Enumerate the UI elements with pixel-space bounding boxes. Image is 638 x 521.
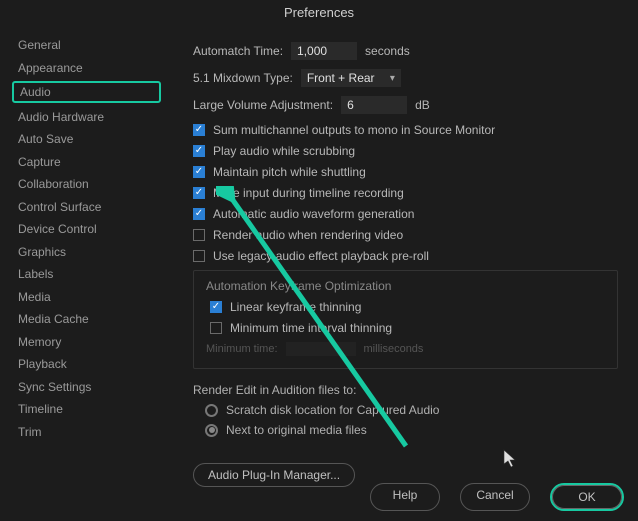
sidebar-item-memory[interactable]: Memory [12, 333, 161, 351]
automatch-input[interactable] [291, 42, 357, 60]
cancel-button[interactable]: Cancel [460, 483, 530, 511]
scratch-radio[interactable] [205, 404, 218, 417]
mixdown-value: Front + Rear [307, 71, 375, 85]
automation-group-title: Automation Keyframe Optimization [206, 279, 605, 293]
mixdown-select[interactable]: Front + Rear ▾ [301, 69, 401, 87]
sidebar-item-control-surface[interactable]: Control Surface [12, 198, 161, 216]
mixdown-label: 5.1 Mixdown Type: [193, 71, 293, 85]
linear-thinning-checkbox[interactable]: ✓ [210, 301, 222, 313]
auto-waveform-checkbox[interactable]: ✓ [193, 208, 205, 220]
maintain-pitch-checkbox[interactable]: ✓ [193, 166, 205, 178]
ok-button[interactable]: OK [552, 485, 622, 509]
next-to-label: Next to original media files [226, 423, 367, 437]
content-panel: Automatch Time: seconds 5.1 Mixdown Type… [175, 24, 638, 489]
sidebar-item-audio-hardware[interactable]: Audio Hardware [12, 108, 161, 126]
scratch-label: Scratch disk location for Captured Audio [226, 403, 439, 417]
lva-label: Large Volume Adjustment: [193, 98, 333, 112]
legacy-preroll-label: Use legacy audio effect playback pre-rol… [213, 249, 429, 263]
play-scrub-label: Play audio while scrubbing [213, 144, 355, 158]
lva-input[interactable] [341, 96, 407, 114]
min-time-input [286, 342, 356, 356]
help-button[interactable]: Help [370, 483, 440, 511]
mute-input-checkbox[interactable]: ✓ [193, 187, 205, 199]
maintain-pitch-label: Maintain pitch while shuttling [213, 165, 366, 179]
automatch-label: Automatch Time: [193, 44, 283, 58]
sidebar-item-trim[interactable]: Trim [12, 423, 161, 441]
min-time-unit: milliseconds [364, 343, 424, 355]
sidebar-item-auto-save[interactable]: Auto Save [12, 130, 161, 148]
auto-waveform-label: Automatic audio waveform generation [213, 207, 414, 221]
lva-unit: dB [415, 98, 430, 112]
sidebar-item-device-control[interactable]: Device Control [12, 220, 161, 238]
min-interval-checkbox[interactable] [210, 322, 222, 334]
sidebar-item-general[interactable]: General [12, 36, 161, 54]
sidebar-item-sync-settings[interactable]: Sync Settings [12, 378, 161, 396]
mute-input-label: Mute input during timeline recording [213, 186, 404, 200]
automation-group: Automation Keyframe Optimization ✓ Linear… [193, 270, 618, 369]
linear-thinning-label: Linear keyframe thinning [230, 300, 361, 314]
sum-multi-checkbox[interactable]: ✓ [193, 124, 205, 136]
footer: Help Cancel OK [370, 483, 624, 511]
sidebar-item-audio[interactable]: Audio [12, 81, 161, 103]
sidebar-item-graphics[interactable]: Graphics [12, 243, 161, 261]
sidebar-item-media[interactable]: Media [12, 288, 161, 306]
render-edit-title: Render Edit in Audition files to: [193, 383, 618, 397]
window-title: Preferences [0, 0, 638, 24]
sum-multi-label: Sum multichannel outputs to mono in Sour… [213, 123, 495, 137]
sidebar-item-media-cache[interactable]: Media Cache [12, 310, 161, 328]
sidebar-item-playback[interactable]: Playback [12, 355, 161, 373]
plugin-manager-button[interactable]: Audio Plug-In Manager... [193, 463, 355, 487]
play-scrub-checkbox[interactable]: ✓ [193, 145, 205, 157]
radio-dot-icon [209, 427, 215, 433]
min-interval-label: Minimum time interval thinning [230, 321, 392, 335]
sidebar-item-capture[interactable]: Capture [12, 153, 161, 171]
min-time-label: Minimum time: [206, 343, 278, 355]
sidebar-item-timeline[interactable]: Timeline [12, 400, 161, 418]
render-audio-checkbox[interactable] [193, 229, 205, 241]
automatch-unit: seconds [365, 44, 410, 58]
render-audio-label: Render audio when rendering video [213, 228, 403, 242]
sidebar-item-collaboration[interactable]: Collaboration [12, 175, 161, 193]
chevron-down-icon: ▾ [390, 73, 395, 84]
sidebar-item-labels[interactable]: Labels [12, 265, 161, 283]
sidebar: General Appearance Audio Audio Hardware … [0, 24, 175, 489]
next-to-radio[interactable] [205, 424, 218, 437]
legacy-preroll-checkbox[interactable] [193, 250, 205, 262]
render-edit-group: Render Edit in Audition files to: Scratc… [193, 379, 618, 445]
sidebar-item-appearance[interactable]: Appearance [12, 59, 161, 77]
